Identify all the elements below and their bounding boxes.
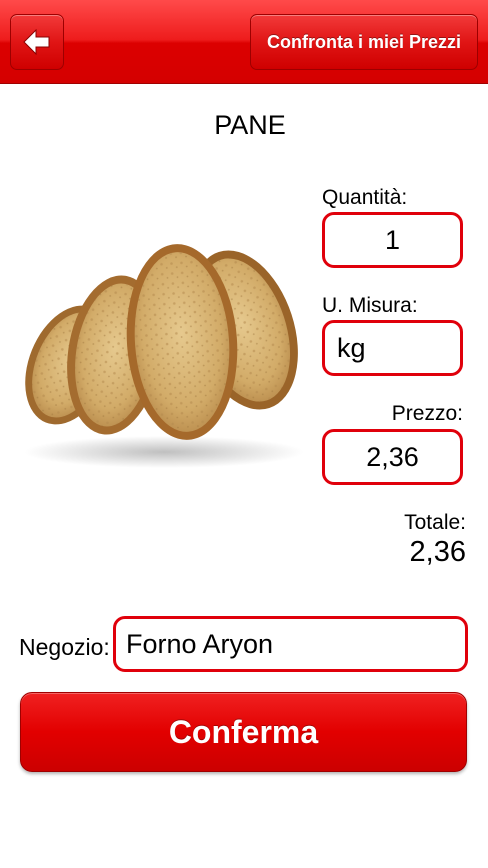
shop-value: Forno Aryon — [126, 628, 274, 659]
shop-field[interactable]: Forno Aryon — [113, 616, 468, 672]
unit-value: kg — [337, 332, 366, 363]
arrow-left-icon — [23, 29, 50, 55]
quantity-field[interactable]: 1 — [322, 212, 463, 268]
total-value: 2,36 — [409, 536, 466, 568]
price-value: 2,36 — [366, 441, 419, 472]
unit-field[interactable]: kg — [322, 320, 463, 376]
total-label: Totale: — [404, 511, 466, 534]
compare-prices-button[interactable]: Confronta i miei Prezzi — [250, 14, 478, 70]
quantity-label: Quantità: — [322, 186, 408, 209]
compare-prices-label: Confronta i miei Prezzi — [266, 31, 462, 52]
bread-image — [24, 244, 304, 468]
back-button[interactable] — [10, 14, 64, 70]
navigation-bar: Confronta i miei Prezzi — [0, 0, 488, 84]
unit-label: U. Misura: — [322, 294, 418, 317]
quantity-value: 1 — [384, 224, 401, 255]
product-title: PANE — [214, 110, 286, 140]
price-field[interactable]: 2,36 — [322, 429, 463, 485]
confirm-label: Conferma — [168, 713, 319, 750]
shop-label: Negozio: — [19, 634, 110, 660]
price-label: Prezzo: — [391, 402, 463, 425]
confirm-button[interactable]: Conferma — [20, 692, 467, 772]
